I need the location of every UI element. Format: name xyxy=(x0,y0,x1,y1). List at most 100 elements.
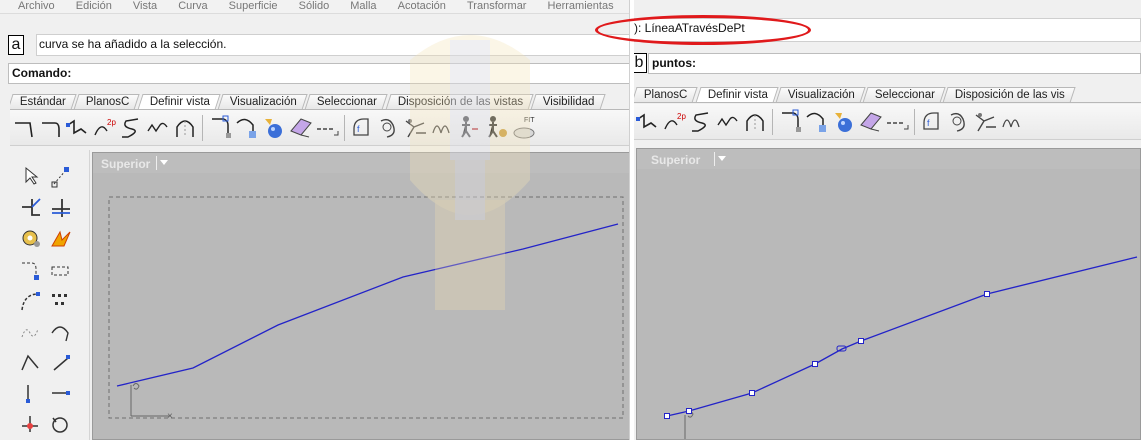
toolbar-tabs: Estándar PlanosC Definir vista Visualiza… xyxy=(10,94,629,110)
spline-icon[interactable] xyxy=(118,113,145,143)
curve-edit-icon[interactable] xyxy=(18,257,44,281)
menu-item[interactable]: Vista xyxy=(133,0,157,12)
loft-icon[interactable] xyxy=(972,107,999,137)
menu-item[interactable]: Transformar xyxy=(467,0,527,12)
paint-icon[interactable] xyxy=(287,113,314,143)
line-endpoints-icon[interactable] xyxy=(18,381,44,405)
curve-arc-icon[interactable] xyxy=(48,319,74,343)
sweep-icon[interactable] xyxy=(945,107,972,137)
control-points-icon[interactable] xyxy=(48,288,74,312)
history-text: ): LíneaATravésDePt xyxy=(634,21,745,35)
panel-letter-a: a xyxy=(8,35,24,55)
explode-icon[interactable] xyxy=(48,226,74,250)
menu-item[interactable]: Malla xyxy=(350,0,376,12)
menu-item[interactable]: Archivo xyxy=(18,0,55,12)
loft-icon[interactable] xyxy=(402,113,429,143)
tab-definir-vista[interactable]: Definir vista xyxy=(695,87,779,102)
tab-disposicion-vistas[interactable]: Disposición de las vistas xyxy=(385,94,534,109)
arc-icon[interactable] xyxy=(742,107,769,137)
offset-icon[interactable] xyxy=(999,107,1026,137)
tab-estandar[interactable]: Estándar xyxy=(10,94,77,109)
svg-text:f: f xyxy=(357,124,360,134)
tab-planosc[interactable]: PlanosC xyxy=(634,87,699,102)
control-point[interactable] xyxy=(686,408,692,414)
tab-visibilidad[interactable]: Visibilidad xyxy=(530,94,606,109)
menu-item[interactable]: Curva xyxy=(178,0,207,12)
point-curve-icon[interactable] xyxy=(48,164,74,188)
walk-icon[interactable] xyxy=(456,113,483,143)
control-point[interactable] xyxy=(984,291,990,297)
menu-item[interactable]: Herramientas xyxy=(548,0,614,12)
toolbar-separator xyxy=(202,115,203,141)
control-point[interactable] xyxy=(858,338,864,344)
control-point[interactable] xyxy=(812,361,818,367)
curve-corner-icon[interactable] xyxy=(10,113,37,143)
curve-points-icon[interactable] xyxy=(48,257,74,281)
arc-icon[interactable] xyxy=(172,113,199,143)
paint-icon[interactable] xyxy=(857,107,884,137)
degree-curve-icon[interactable]: 2p xyxy=(91,113,118,143)
sweep-icon[interactable] xyxy=(375,113,402,143)
control-point[interactable] xyxy=(664,413,670,419)
fillet-curve-icon[interactable] xyxy=(206,113,233,143)
degree-curve-icon[interactable]: 2p xyxy=(661,107,688,137)
tab-disposicion-vistas[interactable]: Disposición de las vis xyxy=(942,87,1076,102)
menu-item[interactable]: Edición xyxy=(76,0,112,12)
polyline-icon[interactable] xyxy=(634,107,661,137)
tab-visualizacion[interactable]: Visualización xyxy=(775,87,866,102)
rebuild-icon[interactable]: f xyxy=(918,107,945,137)
rhino-window-b: ): LíneaATravésDePt puntos: b PlanosC De… xyxy=(634,0,1141,440)
polyline-draw-icon[interactable] xyxy=(18,350,44,374)
curve-from-object-icon[interactable] xyxy=(233,113,260,143)
line-draw-icon[interactable] xyxy=(48,381,74,405)
command-label: Comando: xyxy=(12,66,72,80)
walk-2-icon[interactable] xyxy=(483,113,510,143)
tab-seleccionar[interactable]: Seleccionar xyxy=(304,94,389,109)
menu-item[interactable]: Sólido xyxy=(299,0,330,12)
toolbar-separator xyxy=(914,109,915,135)
tab-definir-vista[interactable]: Definir vista xyxy=(137,94,221,109)
line-segment-icon[interactable] xyxy=(48,350,74,374)
sphere-render-icon[interactable] xyxy=(830,107,857,137)
freeform-curve-icon[interactable] xyxy=(715,107,742,137)
select-arrow-icon[interactable] xyxy=(18,164,44,188)
rebuild-icon[interactable]: f xyxy=(348,113,375,143)
fillet-curve-icon[interactable] xyxy=(776,107,803,137)
viewport-canvas xyxy=(664,256,1138,439)
dimension-icon[interactable] xyxy=(884,107,911,137)
left-toolbar xyxy=(0,150,90,440)
sphere-render-icon[interactable] xyxy=(260,113,287,143)
spline-icon[interactable] xyxy=(688,107,715,137)
menu-item[interactable]: Superficie xyxy=(229,0,278,12)
toolbar-separator xyxy=(772,109,773,135)
curve-line xyxy=(116,223,619,387)
curve-bend-icon[interactable] xyxy=(18,288,44,312)
command-prompt[interactable]: puntos: xyxy=(648,53,1141,74)
curve-from-object-icon[interactable] xyxy=(803,107,830,137)
zoom-fit-icon[interactable]: FIT xyxy=(510,113,537,143)
viewport-top[interactable]: Superior xyxy=(636,148,1141,440)
panel-letter-b: b xyxy=(634,53,647,73)
extend-icon[interactable] xyxy=(48,195,74,219)
dimension-icon[interactable] xyxy=(314,113,341,143)
toolbar-separator xyxy=(344,115,345,141)
command-prompt[interactable]: Comando: xyxy=(8,63,629,84)
main-toolbar: 2p f FIT xyxy=(10,110,629,146)
tab-visualizacion[interactable]: Visualización xyxy=(217,94,308,109)
menu-item[interactable]: Acotación xyxy=(398,0,446,12)
freeform-curve-icon[interactable] xyxy=(145,113,172,143)
main-toolbar: 2p f xyxy=(634,104,1141,140)
control-point[interactable] xyxy=(749,390,755,396)
trim-icon[interactable] xyxy=(18,195,44,219)
viewport-canvas: × xyxy=(108,196,624,422)
polyline-icon[interactable] xyxy=(64,113,91,143)
curve-smooth-icon[interactable] xyxy=(18,319,44,343)
rotate-icon[interactable] xyxy=(48,412,74,436)
gumball-icon[interactable] xyxy=(18,412,44,436)
tab-planosc[interactable]: PlanosC xyxy=(73,94,141,109)
viewport-top[interactable]: Superior × xyxy=(92,152,629,440)
offset-icon[interactable] xyxy=(429,113,456,143)
tab-seleccionar[interactable]: Seleccionar xyxy=(862,87,946,102)
curve-corner-2-icon[interactable] xyxy=(37,113,64,143)
gear-analyze-icon[interactable] xyxy=(18,226,44,250)
